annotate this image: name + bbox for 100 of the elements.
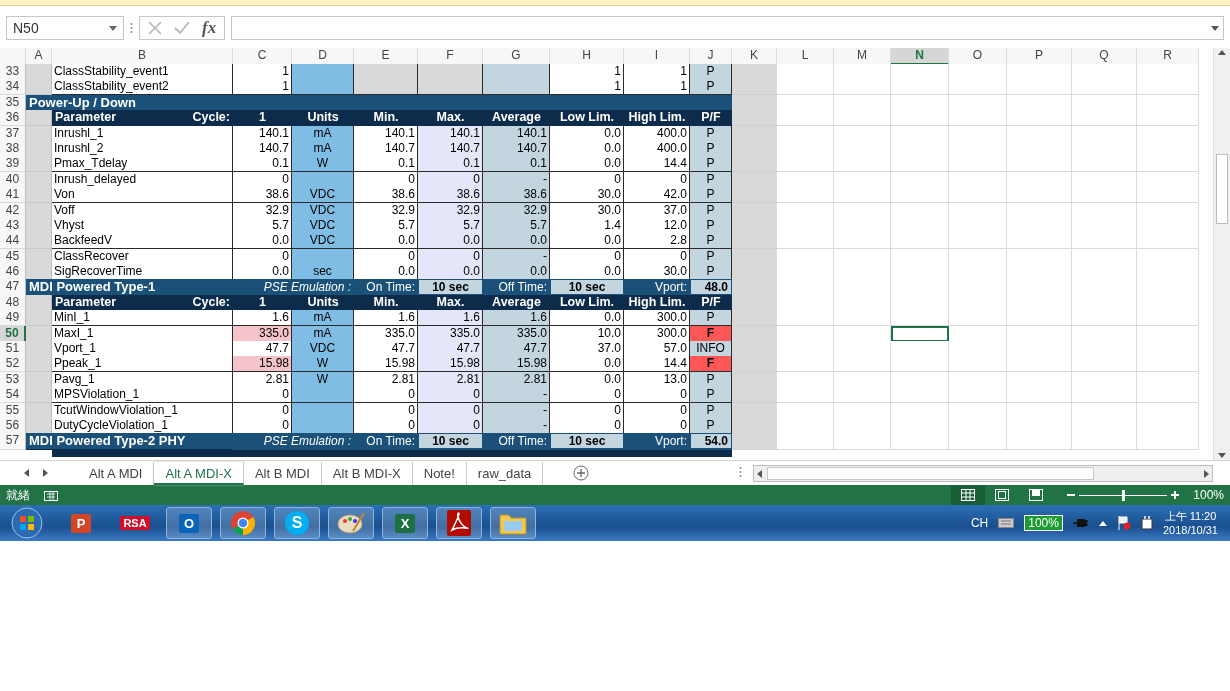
table-cell: VDC [292,233,354,250]
taskbar-button[interactable]: RSA [112,507,158,539]
row-header[interactable]: 41 [0,187,26,204]
table-cell [949,233,1007,250]
insert-function-button[interactable]: fx [202,18,217,38]
table-cell: 38.6 [354,187,418,204]
formula-input[interactable] [231,16,1224,40]
table-cell [732,79,777,96]
zoom-slider-thumb[interactable] [1122,489,1126,501]
table-cell: 47.7 [418,341,483,358]
table-cell [1072,156,1137,173]
table-cell: 0.1 [233,156,292,173]
row-header[interactable]: 54 [0,387,26,404]
clock-date[interactable]: 2018/10/31 [1162,523,1218,537]
emulation-label: PSE Emulation : [233,433,354,451]
column-label: Parameter [55,110,117,126]
plug-icon[interactable] [1072,517,1089,529]
table-cell [891,110,949,127]
table-cell [891,310,949,327]
keyboard-icon[interactable] [998,518,1015,528]
right-arrow-icon [1204,469,1209,478]
palette-icon [337,511,365,535]
table-cell: P [690,264,732,281]
row-header[interactable]: 33 [0,64,26,80]
taskbar-button[interactable] [328,507,374,539]
taskbar-button[interactable]: X [382,507,428,539]
taskbar-button[interactable] [490,507,536,539]
view-button[interactable] [951,485,986,505]
zoom-out-icon[interactable] [1067,491,1076,499]
clock-time[interactable]: 上午 11:20 [1162,509,1218,523]
more-icon [739,465,743,478]
scroll-thumb[interactable] [767,466,1094,480]
table-cell: 0 [418,387,483,404]
taskbar-button[interactable] [436,507,482,539]
row-header[interactable]: 34 [0,79,26,96]
table-cell: 0.0 [550,356,624,373]
table-cell: INFO [690,341,732,358]
table-cell: 1.6 [418,310,483,327]
column-label: 1 [233,110,292,127]
row-header[interactable]: 57 [0,433,26,451]
table-cell [891,79,949,96]
vertical-scrollbar[interactable] [1213,48,1230,460]
table-cell [26,187,52,204]
table-cell [732,433,777,451]
sheet-tab[interactable]: Alt A MDI-X [154,461,244,485]
table-cell: 42.0 [624,187,690,204]
status-text: 就緒 [6,486,30,504]
zoom-level[interactable]: 100% [1193,488,1224,502]
pdf-icon [447,510,471,536]
column-label: High Lim. [624,110,690,127]
table-cell [732,310,777,327]
vport-label: Vport: [624,433,690,451]
table-cell [834,110,891,127]
battery-indicator[interactable]: 100% [1024,515,1063,531]
table-cell: ClassStability_event1 [52,64,233,80]
power-icon[interactable] [1140,516,1153,530]
section-title: MDI Powered Type-2 PHY [26,433,233,451]
table-cell [1072,387,1137,404]
column-label: Max. [418,110,483,127]
table-cell [891,64,949,80]
table-cell: 0.1 [483,156,550,173]
table-cell [1007,187,1072,204]
language-indicator[interactable]: CH [970,516,989,530]
table-cell [1007,310,1072,327]
table-cell: 0.0 [483,264,550,281]
check-icon[interactable] [174,21,190,35]
taskbar-button[interactable] [220,507,266,539]
column-label: Parameter [55,294,117,310]
taskbar-button[interactable]: P [58,507,104,539]
horizontal-scrollbar[interactable] [753,464,1213,482]
table-cell [777,433,834,451]
row-header[interactable]: 51 [0,341,26,358]
vport-value: 54.0 [691,434,731,449]
scroll-thumb[interactable] [1216,154,1228,224]
powerpoint-logo-icon: P [71,513,91,533]
show-hidden-icons-icon[interactable] [1098,520,1107,526]
table-cell: 30.0 [550,187,624,204]
row-header[interactable]: 52 [0,356,26,373]
table-cell [891,356,949,373]
macro-record-icon[interactable] [44,489,58,501]
row-header[interactable]: 44 [0,233,26,250]
row-header[interactable]: 39 [0,156,26,173]
zoom-in-icon[interactable] [1171,491,1180,499]
name-box[interactable]: N50 [6,16,124,40]
table-cell: ClassStability_event2 [52,79,233,96]
table-cell: 0.0 [354,233,418,250]
table-cell [1137,64,1199,80]
table-cell [1007,387,1072,404]
row-header[interactable]: 36 [0,110,26,127]
row-header[interactable]: 49 [0,310,26,327]
table-cell [777,64,834,80]
taskbar-button[interactable]: O [166,507,212,539]
table-cell: 2.8 [624,233,690,250]
table-cell [1137,433,1199,451]
row-header[interactable]: 46 [0,264,26,281]
add-sheet-icon[interactable] [573,465,590,481]
table-cell [834,310,891,327]
table-cell [777,156,834,173]
flag-icon[interactable] [1116,516,1131,530]
table-cell [1137,233,1199,250]
